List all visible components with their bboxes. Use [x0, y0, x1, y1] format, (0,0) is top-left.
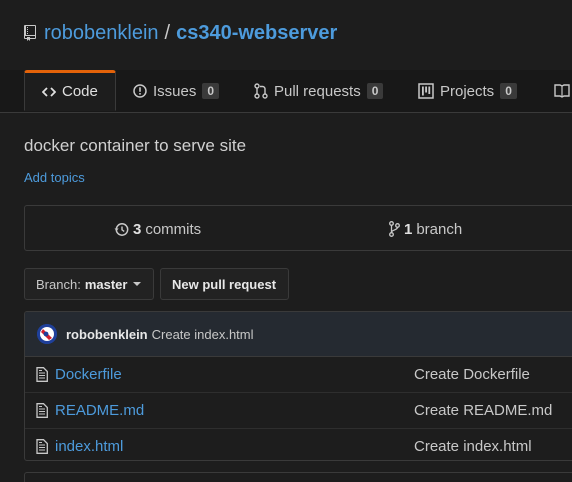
repo-header: robobenklein / cs340-webserver	[24, 20, 337, 46]
file-table: robobenklein Create index.html Dockerfil…	[24, 311, 572, 461]
file-commit-message-link[interactable]: Create Dockerfile	[414, 366, 530, 383]
wiki-icon	[554, 84, 570, 98]
file-name-link[interactable]: index.html	[55, 438, 123, 455]
readme-box	[24, 472, 572, 482]
commits-label: commits	[145, 220, 202, 238]
tab-issues[interactable]: Issues 0	[133, 70, 220, 112]
avatar[interactable]	[37, 324, 57, 344]
repo-name-link[interactable]: cs340-webserver	[176, 22, 337, 45]
add-topics-link[interactable]: Add topics	[24, 170, 85, 185]
table-row: Dockerfile Create Dockerfile	[25, 357, 572, 393]
repository-page: robobenklein / cs340-webserver Code Issu…	[0, 0, 572, 482]
latest-commit-row: robobenklein Create index.html	[25, 312, 572, 357]
tab-code[interactable]: Code	[24, 70, 116, 111]
file-commit-message-link[interactable]: Create index.html	[414, 438, 532, 455]
branch-count: 1	[404, 220, 413, 238]
file-icon	[36, 367, 48, 386]
branch-icon	[389, 221, 400, 237]
commits-count: 3	[133, 220, 142, 238]
file-name-link[interactable]: Dockerfile	[55, 366, 122, 383]
repo-nav-tabs: Code Issues 0 Pull requests 0 Projects 0	[0, 70, 572, 113]
chevron-down-icon	[133, 282, 142, 286]
tab-pull-requests-label: Pull requests	[274, 82, 361, 100]
repo-description: docker container to serve site	[24, 136, 247, 155]
tab-projects[interactable]: Projects 0	[418, 70, 517, 112]
branches-summary-link[interactable]: 1 branch	[389, 206, 462, 252]
table-row: README.md Create README.md	[25, 393, 572, 429]
file-icon	[36, 439, 48, 458]
tab-issues-label: Issues	[153, 82, 197, 100]
issues-count-badge: 0	[202, 83, 220, 99]
new-pull-request-button[interactable]: New pull request	[160, 268, 289, 300]
projects-count-badge: 0	[500, 83, 517, 99]
commit-author-link[interactable]: robobenklein	[66, 327, 148, 342]
code-icon	[42, 86, 56, 98]
branch-label: branch	[416, 220, 463, 238]
tab-wiki[interactable]	[554, 70, 572, 112]
file-name-link[interactable]: README.md	[55, 402, 144, 419]
file-icon	[36, 403, 48, 422]
tab-projects-label: Projects	[440, 82, 495, 100]
branch-select-value: master	[84, 276, 128, 292]
table-row: index.html Create index.html	[25, 429, 572, 460]
branch-select-button[interactable]: Branch: master	[24, 268, 154, 300]
pull-requests-count-badge: 0	[366, 83, 384, 99]
branch-select-prefix: Branch:	[36, 276, 81, 292]
repo-summary-box: 3 commits 1 branch	[24, 205, 572, 251]
pull-request-icon	[254, 83, 268, 99]
history-icon	[114, 222, 129, 237]
tab-code-label: Code	[62, 83, 98, 100]
new-pull-request-label: New pull request	[172, 276, 277, 292]
commits-summary-link[interactable]: 3 commits	[114, 206, 201, 252]
repo-owner-link[interactable]: robobenklein	[44, 22, 159, 45]
file-commit-message-link[interactable]: Create README.md	[414, 402, 552, 419]
repo-icon	[24, 25, 36, 41]
tab-pull-requests[interactable]: Pull requests 0	[254, 70, 384, 112]
issue-icon	[133, 84, 147, 98]
repo-path-separator: /	[164, 21, 171, 44]
project-icon	[418, 83, 434, 99]
commit-message-link[interactable]: Create index.html	[152, 327, 254, 342]
